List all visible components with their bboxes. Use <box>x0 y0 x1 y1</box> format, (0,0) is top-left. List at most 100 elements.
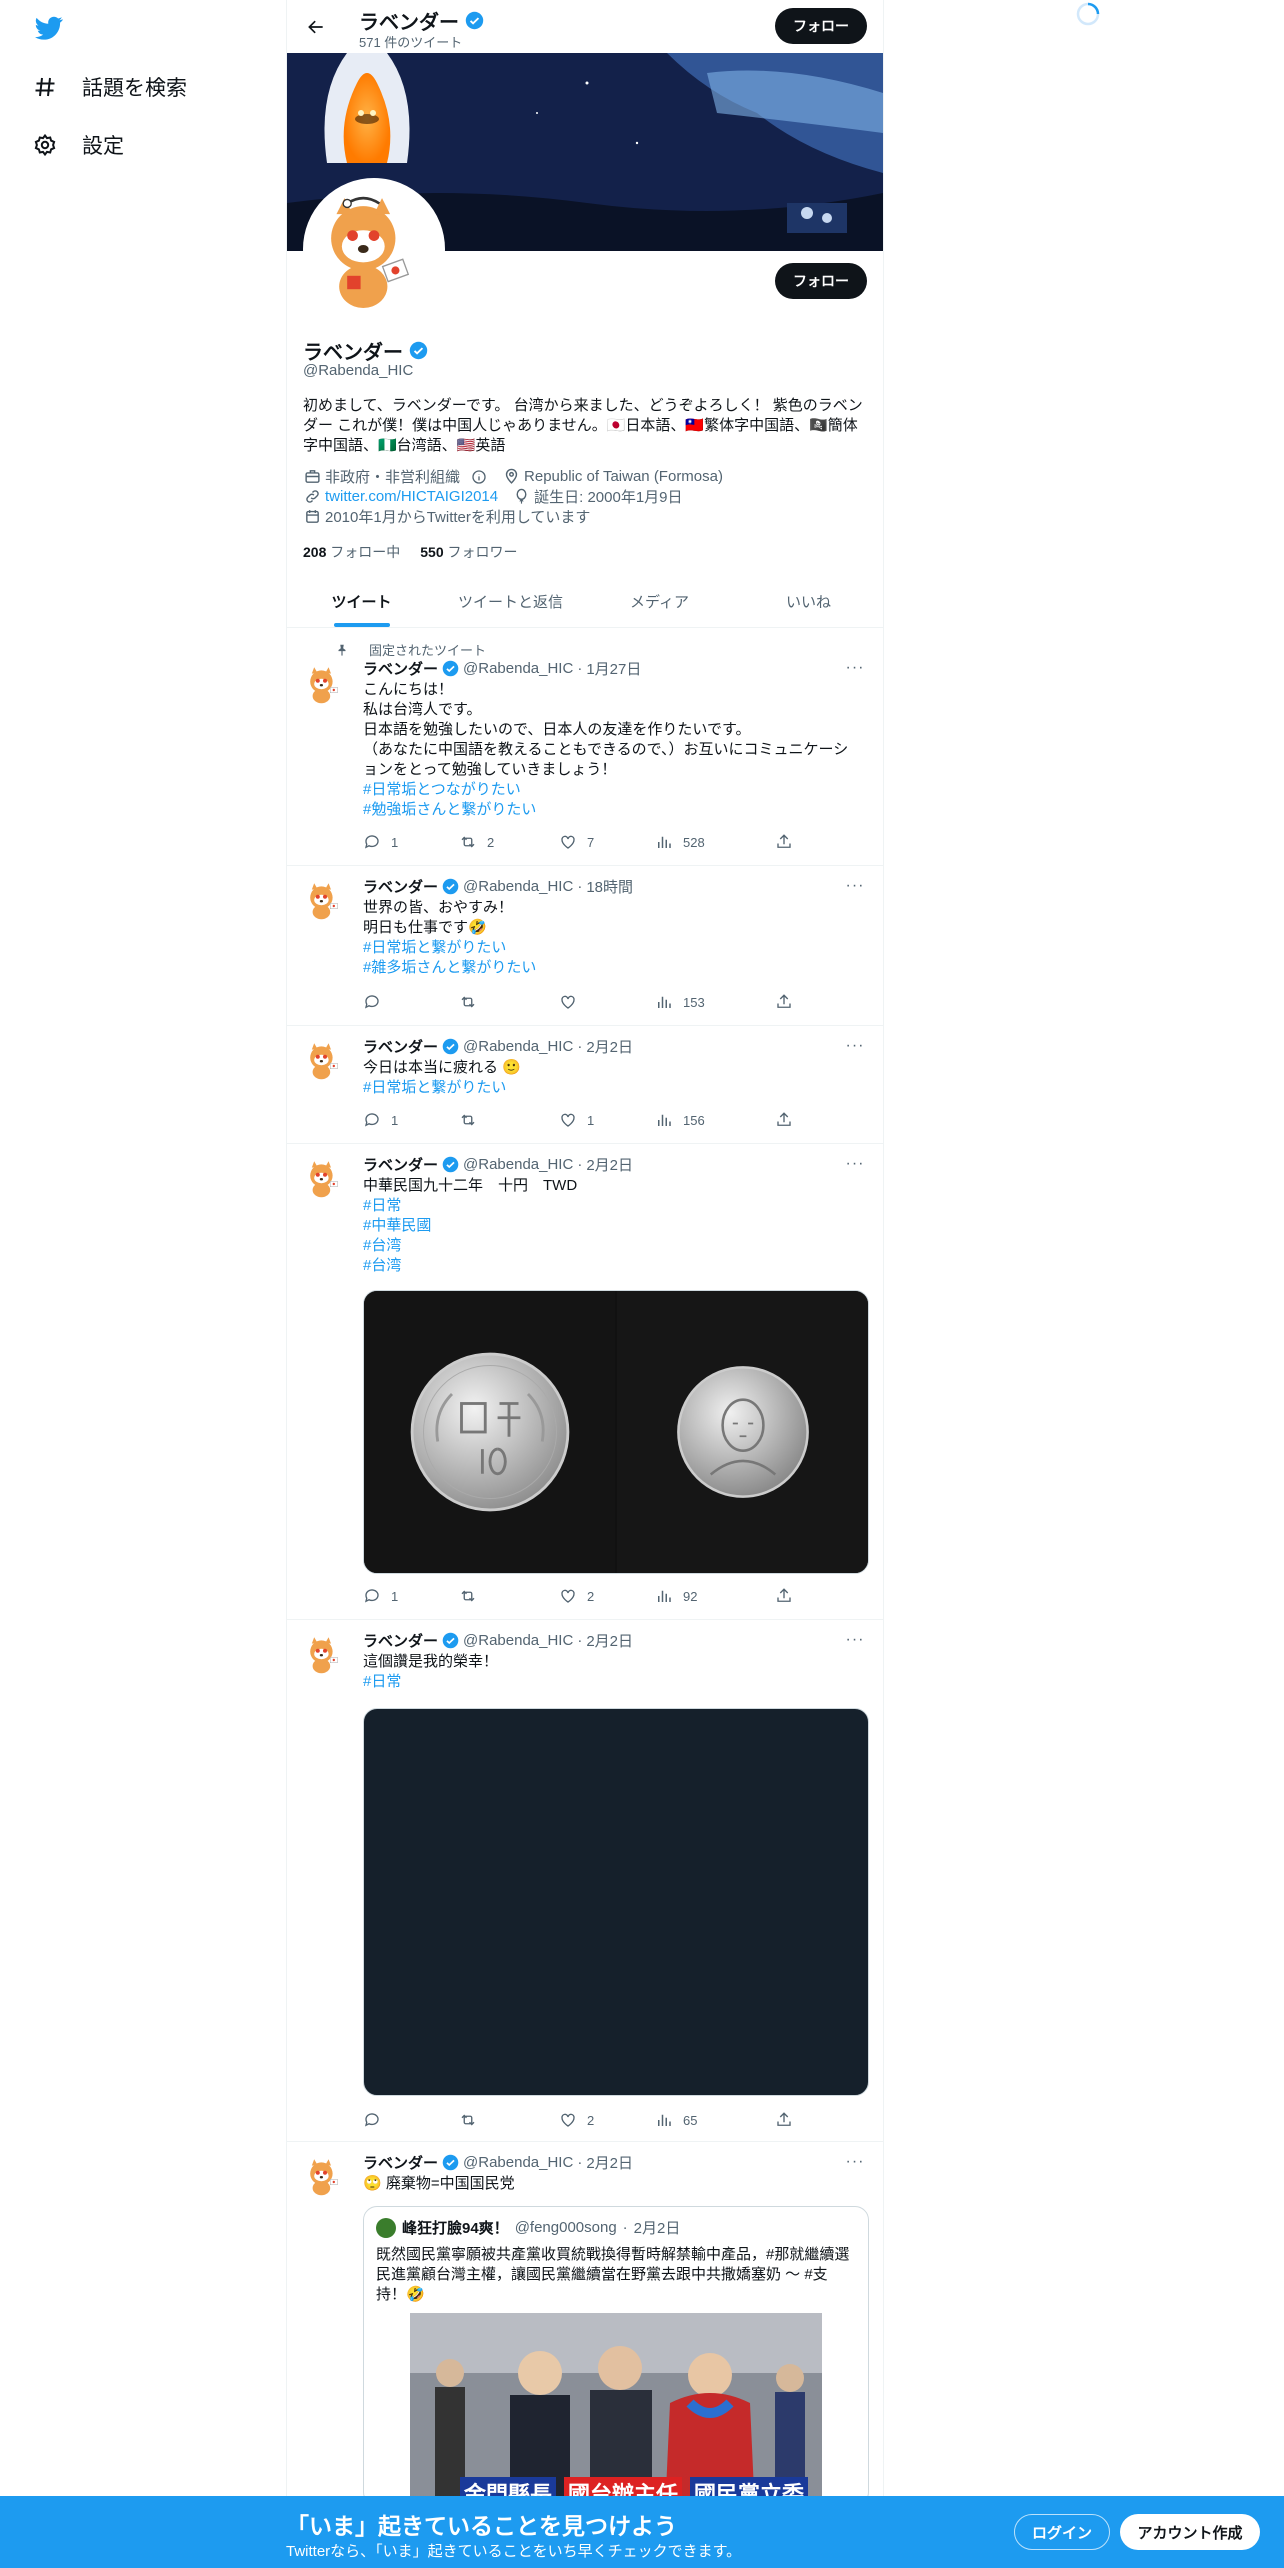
bio-line: 字中国語、🇳🇬台湾語、🇺🇸英語 <box>303 437 506 454</box>
retweet-button[interactable]: 2 <box>459 832 559 852</box>
tweet-item[interactable]: ラベンダー @Rabenda_HIC · 2月2日 ··· 這個讚是我的榮幸！ #… <box>287 1620 883 2142</box>
views-button[interactable]: 528 <box>655 832 775 852</box>
profile-website-link[interactable]: twitter.com/HICTAIGI2014 <box>325 488 498 505</box>
tweet-item[interactable]: ラベンダー @Rabenda_HIC · 2月2日 ··· 今日は本当に疲れる … <box>287 1026 883 1144</box>
tweet-media[interactable] <box>363 1290 869 1574</box>
reply-button[interactable]: 1 <box>363 832 459 852</box>
hashtag-link[interactable]: #中華民國 <box>363 1216 863 1236</box>
loading-spinner-icon <box>1076 2 1100 26</box>
tab-media[interactable]: メディア <box>585 575 734 627</box>
profile-category: 非政府・非営利組織 <box>325 469 461 486</box>
tweet-text-line: 🙄 廃棄物=中国国民党 <box>363 2175 515 2192</box>
more-options-icon[interactable]: ··· <box>843 1154 867 1174</box>
hashtag-link[interactable]: #勉強垢さんと繋がりたい <box>363 800 863 820</box>
tweet-time[interactable]: 18時間 <box>586 876 633 897</box>
coin-image-reverse[interactable] <box>364 1291 615 1573</box>
reply-icon <box>363 2111 381 2129</box>
share-button[interactable] <box>775 832 803 852</box>
quoted-tweet[interactable]: 峰狂打臉94爽！ @feng000song · 2月2日 既然國民黨寧願被共產黨… <box>363 2206 869 2506</box>
share-button[interactable] <box>775 2110 803 2130</box>
hashtag-link[interactable]: #日常垢と繋がりたい <box>363 938 863 958</box>
views-button[interactable]: 92 <box>655 1586 775 1606</box>
avatar[interactable] <box>376 2217 396 2238</box>
followers-link[interactable]: 550 フォロワー <box>420 542 517 562</box>
tweet-text: こんにちは！ 私は台湾人です。 日本語を勉強したいので、日本人の友達を作りたいです。… <box>363 680 863 820</box>
retweet-button[interactable] <box>459 1110 559 1130</box>
retweet-button[interactable] <box>459 2110 559 2130</box>
tab-likes[interactable]: いいね <box>734 575 883 627</box>
hashtag-link[interactable]: #日常垢とつながりたい <box>363 780 863 800</box>
balloon-icon <box>512 488 530 506</box>
hashtag-link[interactable]: #台湾 <box>363 1256 863 1276</box>
sidebar-item-explore[interactable]: 話題を検索 <box>32 72 187 102</box>
heart-icon <box>559 833 577 851</box>
avatar[interactable] <box>303 1040 343 1080</box>
like-button[interactable]: 2 <box>559 1586 655 1606</box>
views-button[interactable]: 153 <box>655 992 775 1012</box>
more-options-icon[interactable]: ··· <box>843 2152 867 2172</box>
hashtag-link[interactable]: #日常 <box>363 1672 863 1692</box>
share-button[interactable] <box>775 1110 803 1130</box>
avatar[interactable] <box>303 1634 343 1674</box>
profile-avatar[interactable] <box>303 178 445 320</box>
quoted-tweet-image[interactable]: 金門縣長 國台辦主任 國民黨立委 <box>410 2313 822 2505</box>
login-button[interactable]: ログイン <box>1014 2514 1110 2550</box>
following-link[interactable]: 208 フォロー中 <box>303 542 400 562</box>
tweet-time[interactable]: 2月2日 <box>586 2152 633 2173</box>
views-button[interactable]: 65 <box>655 2110 775 2130</box>
tweet-item[interactable]: ラベンダー @Rabenda_HIC · 18時間 ··· 世界の皆、おやすみ！… <box>287 866 883 1026</box>
hashtag-link[interactable]: #日常 <box>363 1196 863 1216</box>
like-button[interactable]: 1 <box>559 1110 655 1130</box>
tweet-time[interactable]: 2月2日 <box>586 1036 633 1057</box>
action-count: 7 <box>587 834 595 850</box>
like-button[interactable] <box>559 992 655 1012</box>
like-button[interactable]: 2 <box>559 2110 655 2130</box>
avatar[interactable] <box>303 1158 343 1198</box>
retweet-icon <box>459 993 477 1011</box>
tweet-item[interactable]: ラベンダー @Rabenda_HIC · 2月2日 ··· 中華民国九十二年 十… <box>287 1144 883 1620</box>
coin-image-obverse[interactable] <box>617 1291 868 1573</box>
avatar[interactable] <box>303 2156 343 2196</box>
tweet-time[interactable]: 1月27日 <box>586 658 641 679</box>
back-button[interactable] <box>299 10 333 44</box>
tweet-actions: 2 65 <box>363 2110 803 2130</box>
hashtag-link[interactable]: #台湾 <box>363 1236 863 1256</box>
reply-button[interactable] <box>363 2110 459 2130</box>
share-button[interactable] <box>775 992 803 1012</box>
retweet-button[interactable] <box>459 1586 559 1606</box>
header-follow-button[interactable]: フォロー <box>775 8 867 44</box>
more-options-icon[interactable]: ··· <box>843 1630 867 1650</box>
tab-tweets-and-replies[interactable]: ツイートと返信 <box>436 575 585 627</box>
tweet-item[interactable]: ラベンダー @Rabenda_HIC · 2月2日 ··· 🙄 廃棄物=中国国民… <box>287 2142 883 2506</box>
sidebar-item-settings[interactable]: 設定 <box>32 130 124 160</box>
info-icon[interactable] <box>470 468 488 486</box>
hashtag-link[interactable]: #日常垢と繋がりたい <box>363 1078 863 1098</box>
hashtag-link[interactable]: #雑多垢さんと繋がりたい <box>363 958 863 978</box>
reply-button[interactable]: 1 <box>363 1110 459 1130</box>
twitter-bird-icon[interactable] <box>32 14 66 42</box>
retweet-button[interactable] <box>459 992 559 1012</box>
more-options-icon[interactable]: ··· <box>843 876 867 896</box>
more-options-icon[interactable]: ··· <box>843 658 867 678</box>
views-button[interactable]: 156 <box>655 1110 775 1130</box>
like-button[interactable]: 7 <box>559 832 655 852</box>
heart-icon <box>559 1587 577 1605</box>
pinned-label: 固定されたツイート <box>335 640 486 659</box>
tweet-time[interactable]: 2月2日 <box>586 1630 633 1651</box>
tweet-item[interactable]: 固定されたツイート ラベンダー @Rabenda_HIC · 1月27日 ···… <box>287 628 883 866</box>
share-button[interactable] <box>775 1586 803 1606</box>
quoted-tweet-text: 既然國民黨寧願被共產黨收買統戰換得暫時解禁輸中產品，#那就繼續選 民進黨顧台灣主… <box>376 2246 850 2303</box>
more-options-icon[interactable]: ··· <box>843 1036 867 1056</box>
tab-tweets[interactable]: ツイート <box>287 575 436 627</box>
reply-button[interactable]: 1 <box>363 1586 459 1606</box>
reply-button[interactable] <box>363 992 459 1012</box>
signup-button[interactable]: アカウント作成 <box>1120 2514 1260 2550</box>
views-chart-icon <box>655 993 673 1011</box>
avatar[interactable] <box>303 664 343 704</box>
tweet-time[interactable]: 2月2日 <box>586 1154 633 1175</box>
tweet-media[interactable] <box>363 1708 869 2096</box>
bottom-bar-subtitle: Twitterなら、「いま」起きていることをいち早くチェックできます。 <box>286 2543 742 2560</box>
avatar[interactable] <box>303 880 343 920</box>
profile-follow-button[interactable]: フォロー <box>775 263 867 299</box>
reply-icon <box>363 833 381 851</box>
